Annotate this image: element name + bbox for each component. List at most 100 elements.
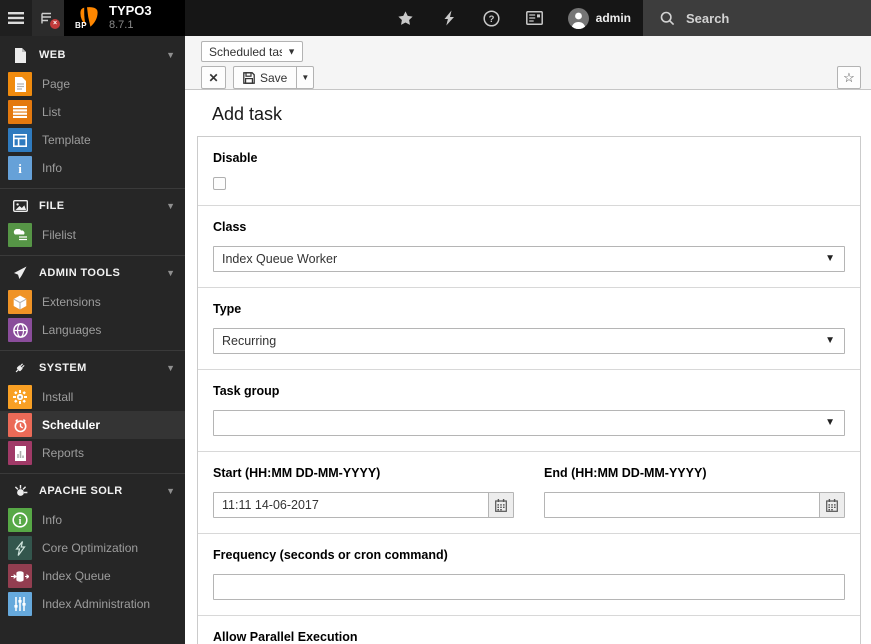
class-label: Class xyxy=(213,220,247,234)
sidebar-item-scheduler[interactable]: Scheduler xyxy=(0,411,185,439)
sidebar-item-install[interactable]: Install xyxy=(0,383,185,411)
floppy-icon xyxy=(243,71,255,84)
docheader-module-row: Scheduled tasks ▼ xyxy=(201,40,861,63)
typo3-backend: × BP TYPO3 8.7.1 ? admin Search WEB ▼ Pa… xyxy=(0,0,871,644)
chevron-down-icon: ▼ xyxy=(301,73,310,82)
module-group-system: SYSTEM ▼ Install Scheduler Reports xyxy=(0,350,185,473)
clear-cache-button[interactable] xyxy=(434,0,464,36)
module-menu: WEB ▼ Page List Template i Info FILE ▼ F… xyxy=(0,36,185,644)
bookmarks-button[interactable] xyxy=(391,0,421,36)
page-title: Add task xyxy=(212,104,283,124)
menu-toggle-button[interactable] xyxy=(0,0,32,36)
filelist-icon xyxy=(8,223,32,247)
hamburger-icon xyxy=(8,12,24,24)
start-calendar-button[interactable] xyxy=(488,492,514,518)
frequency-input[interactable] xyxy=(213,574,845,600)
module-group-web: WEB ▼ Page List Template i Info xyxy=(0,36,185,188)
topbar-tools: ? xyxy=(377,0,564,36)
section-start-end: Start (HH:MM DD-MM-YYYY) End (HH:MM DD-M… xyxy=(198,452,860,534)
function-select[interactable]: Scheduled tasks xyxy=(201,41,303,62)
module-group-header-web[interactable]: WEB ▼ xyxy=(0,40,185,70)
bookmark-button[interactable]: ☆ xyxy=(837,66,861,89)
globe-icon xyxy=(8,318,32,342)
docheader: Scheduled tasks ▼ ✕ Save ▼ ☆ xyxy=(185,36,871,90)
template-icon xyxy=(8,128,32,152)
sidebar-item-list[interactable]: List xyxy=(0,98,185,126)
opendocs-close-badge-icon: × xyxy=(50,19,60,29)
lightning-icon xyxy=(8,536,32,560)
sidebar-item-index-administration[interactable]: Index Administration xyxy=(0,590,185,618)
end-field-group: End (HH:MM DD-MM-YYYY) xyxy=(544,466,845,518)
sidebar-item-reports[interactable]: Reports xyxy=(0,439,185,467)
module-group-header-file[interactable]: FILE ▼ xyxy=(0,191,185,221)
brand[interactable]: BP TYPO3 8.7.1 xyxy=(64,0,185,36)
avatar xyxy=(567,7,589,29)
chevron-down-icon: ▼ xyxy=(166,201,175,211)
start-input[interactable] xyxy=(213,492,489,518)
type-select[interactable]: Recurring xyxy=(213,328,845,354)
document-icon xyxy=(11,47,29,63)
calendar-icon xyxy=(826,498,838,512)
user-menu[interactable]: admin xyxy=(564,0,643,36)
type-label: Type xyxy=(213,302,242,316)
chevron-down-icon: ▼ xyxy=(166,486,175,496)
search-icon xyxy=(660,11,675,25)
sidebar-item-info[interactable]: i Info xyxy=(0,154,185,182)
frequency-label: Frequency (seconds or cron command) xyxy=(213,548,448,562)
task-group-select[interactable] xyxy=(213,410,845,436)
list-panel-icon xyxy=(526,11,544,25)
opendocs-button[interactable]: × xyxy=(32,0,64,36)
svg-text:i: i xyxy=(18,161,22,175)
sidebar-item-solr-info[interactable]: i Info xyxy=(0,506,185,534)
star-icon xyxy=(398,10,413,25)
module-group-header-system[interactable]: SYSTEM ▼ xyxy=(0,353,185,383)
module-group-admin-tools: ADMIN TOOLS ▼ Extensions Languages xyxy=(0,255,185,350)
save-options-button[interactable]: ▼ xyxy=(296,66,315,89)
class-select[interactable]: Index Queue Worker xyxy=(213,246,845,272)
sidebar-item-filelist[interactable]: Filelist xyxy=(0,221,185,249)
sidebar-item-languages[interactable]: Languages xyxy=(0,316,185,344)
add-task-form: Disable Class Index Queue Worker ▼ Type … xyxy=(197,136,861,644)
search-label: Search xyxy=(686,10,730,26)
bolt-icon xyxy=(444,10,454,26)
typo3-logo-icon: BP xyxy=(75,5,101,31)
star-outline-icon: ☆ xyxy=(843,69,855,85)
topbar: × BP TYPO3 8.7.1 ? admin Search xyxy=(0,0,871,36)
plug-icon xyxy=(11,361,29,375)
sidebar-item-page[interactable]: Page xyxy=(0,70,185,98)
chevron-down-icon: ▼ xyxy=(166,50,175,60)
disable-checkbox[interactable] xyxy=(213,177,226,190)
brand-name: TYPO3 xyxy=(109,3,152,19)
module-group-header-apache-solr[interactable]: APACHE SOLR ▼ xyxy=(0,476,185,506)
save-button[interactable]: Save xyxy=(233,66,298,89)
systeminfo-button[interactable] xyxy=(520,0,550,36)
end-calendar-button[interactable] xyxy=(819,492,845,518)
module-content: Scheduled tasks ▼ ✕ Save ▼ ☆ Add task Di… xyxy=(185,36,871,644)
sidebar-item-core-optimization[interactable]: Core Optimization xyxy=(0,534,185,562)
module-group-label: ADMIN TOOLS xyxy=(39,267,121,279)
sidebar-item-index-queue[interactable]: Index Queue xyxy=(0,562,185,590)
close-button[interactable]: ✕ xyxy=(201,66,226,89)
end-input[interactable] xyxy=(544,492,820,518)
module-body: Add task Disable Class Index Queue Worke… xyxy=(185,90,871,644)
section-parallel: Allow Parallel Execution xyxy=(198,616,860,644)
module-group-label: SYSTEM xyxy=(39,362,87,374)
sidebar-item-template[interactable]: Template xyxy=(0,126,185,154)
info-circle-icon: i xyxy=(8,508,32,532)
section-disable: Disable xyxy=(198,137,860,206)
module-group-apache-solr: APACHE SOLR ▼ i Info Core Optimization I… xyxy=(0,473,185,624)
sliders-icon xyxy=(8,592,32,616)
database-arrows-icon xyxy=(8,564,32,588)
svg-text:i: i xyxy=(19,516,22,527)
info-icon: i xyxy=(8,156,32,180)
parallel-label: Allow Parallel Execution xyxy=(213,630,358,644)
module-group-header-admin-tools[interactable]: ADMIN TOOLS ▼ xyxy=(0,258,185,288)
svg-text:?: ? xyxy=(489,14,495,25)
brand-text: TYPO3 8.7.1 xyxy=(109,3,152,32)
help-button[interactable]: ? xyxy=(477,0,507,36)
task-group-label: Task group xyxy=(213,384,280,398)
chevron-down-icon: ▼ xyxy=(166,363,175,373)
sidebar-item-extensions[interactable]: Extensions xyxy=(0,288,185,316)
search-bar[interactable]: Search xyxy=(643,0,871,36)
